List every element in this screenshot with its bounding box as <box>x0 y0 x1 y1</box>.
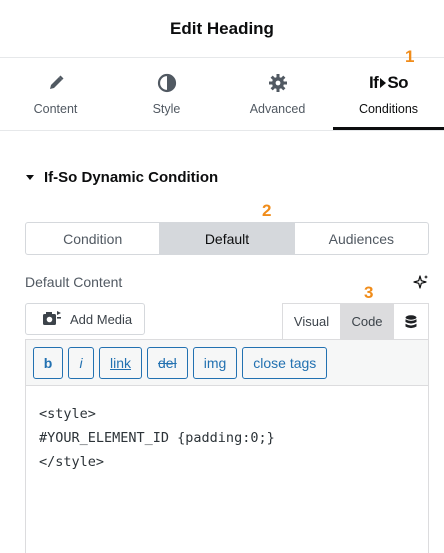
code-line: #YOUR_ELEMENT_ID {padding:0;} <box>39 430 275 446</box>
segment-default[interactable]: Default <box>160 223 295 254</box>
tab-conditions[interactable]: If So Conditions <box>333 58 444 130</box>
add-media-button[interactable]: Add Media <box>25 303 145 335</box>
code-line: </style> <box>39 454 105 470</box>
visual-tab[interactable]: Visual <box>282 303 341 339</box>
annotation-marker-1: 1 <box>405 47 415 66</box>
italic-button[interactable]: i <box>68 346 94 379</box>
img-button[interactable]: img <box>192 346 238 379</box>
code-line: <style> <box>39 406 96 422</box>
pencil-icon <box>47 72 65 94</box>
segment-condition[interactable]: Condition <box>26 223 161 254</box>
tab-label: Style <box>152 102 181 116</box>
annotation-marker-3: 3 <box>364 283 374 302</box>
field-label: Default Content <box>25 274 123 290</box>
ai-sparkle-icon[interactable] <box>413 274 429 295</box>
tab-label: Content <box>33 102 78 116</box>
tab-style[interactable]: Style <box>111 58 222 130</box>
annotation-marker-2: 2 <box>262 201 272 220</box>
logo-arrow <box>380 78 387 88</box>
tab-advanced[interactable]: Advanced <box>222 58 333 130</box>
database-icon[interactable] <box>393 303 429 339</box>
panel-header: Edit Heading <box>0 0 444 58</box>
editor-tabs: Content Style Advanced If So Conditions <box>0 58 444 131</box>
code-editor: b i link del img close tags <style> #YOU… <box>25 339 429 553</box>
ifso-logo-icon: If So <box>368 72 409 94</box>
editor-mode-tabs: Visual Code <box>282 303 429 339</box>
code-textarea[interactable]: <style> #YOUR_ELEMENT_ID {padding:0;} </… <box>26 386 428 490</box>
tab-content[interactable]: Content <box>0 58 111 130</box>
del-button[interactable]: del <box>147 346 188 379</box>
section-toggle[interactable]: If-So Dynamic Condition <box>26 169 218 186</box>
condition-segmented-control: Condition Default Audiences <box>25 222 429 255</box>
half-circle-icon <box>157 72 177 94</box>
bold-button[interactable]: b <box>33 346 63 379</box>
tab-label: Advanced <box>249 102 306 116</box>
gear-icon <box>268 72 288 94</box>
logo-text-so: So <box>387 73 409 92</box>
quicktags-toolbar: b i link del img close tags <box>26 340 428 386</box>
caret-down-icon <box>26 175 34 180</box>
tab-label: Conditions <box>358 102 419 116</box>
logo-text-if: If <box>368 73 379 92</box>
media-icon <box>42 309 62 330</box>
page-title: Edit Heading <box>170 18 274 38</box>
segment-audiences[interactable]: Audiences <box>295 223 428 254</box>
link-button[interactable]: link <box>99 346 143 379</box>
section-title: If-So Dynamic Condition <box>44 169 219 186</box>
code-tab[interactable]: Code <box>341 303 393 339</box>
close-tags-button[interactable]: close tags <box>242 346 328 379</box>
add-media-label: Add Media <box>70 311 133 327</box>
